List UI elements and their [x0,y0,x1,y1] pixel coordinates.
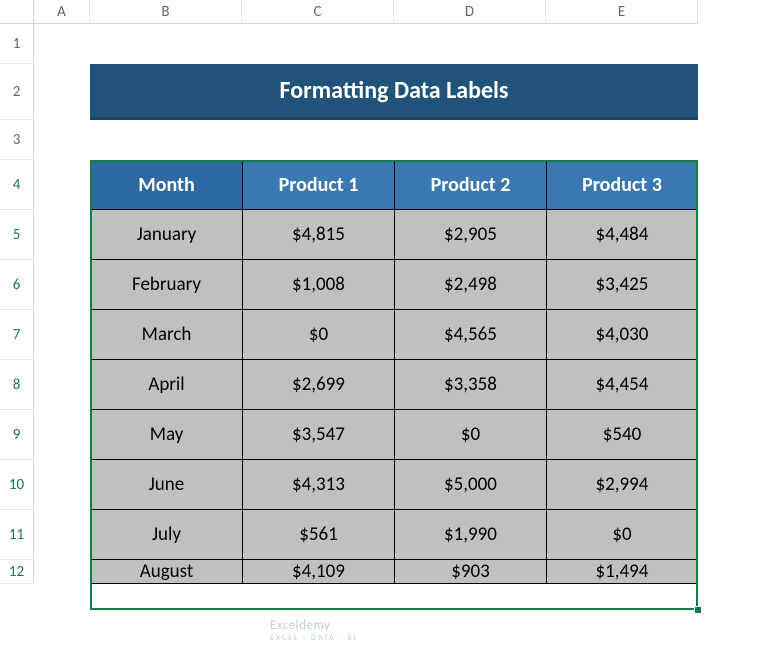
td-month[interactable]: March [90,310,242,360]
spreadsheet-grid: A B C D E 1 2 3 4 5 6 7 8 9 10 11 12 For… [0,0,768,584]
row-header-2[interactable]: 2 [0,64,34,120]
col-header-B[interactable]: B [90,0,242,24]
td-val[interactable]: $2,699 [242,360,394,410]
td-month[interactable]: January [90,210,242,260]
td-val[interactable]: $3,425 [546,260,698,310]
td-val[interactable]: $4,313 [242,460,394,510]
title-banner: Formatting Data Labels [90,64,698,120]
td-val[interactable]: $3,358 [394,360,546,410]
td-val[interactable]: $540 [546,410,698,460]
td-val[interactable]: $4,565 [394,310,546,360]
watermark-sub: EXCEL · DATA · BI [270,633,358,643]
td-val[interactable]: $2,905 [394,210,546,260]
cell-A3[interactable] [34,120,90,160]
col-header-E[interactable]: E [546,0,698,24]
cell-A7[interactable] [34,310,90,360]
cell-A10[interactable] [34,460,90,510]
watermark: Exceldemy EXCEL · DATA · BI [270,618,358,643]
td-val[interactable]: $4,484 [546,210,698,260]
td-val[interactable]: $4,815 [242,210,394,260]
cell-A5[interactable] [34,210,90,260]
cell-row1-blank[interactable] [90,24,698,64]
row-header-11[interactable]: 11 [0,510,34,560]
row-header-12[interactable]: 12 [0,560,34,584]
td-month[interactable]: April [90,360,242,410]
th-product2[interactable]: Product 2 [394,160,546,210]
row-header-7[interactable]: 7 [0,310,34,360]
watermark-main: Exceldemy [270,618,330,633]
cell-A11[interactable] [34,510,90,560]
cell-row3-blank[interactable] [90,120,698,160]
td-val[interactable]: $5,000 [394,460,546,510]
td-val[interactable]: $4,109 [242,560,394,584]
row-header-1[interactable]: 1 [0,24,34,64]
td-val[interactable]: $0 [546,510,698,560]
cell-A6[interactable] [34,260,90,310]
select-all-corner[interactable] [0,0,34,24]
col-header-A[interactable]: A [34,0,90,24]
td-month[interactable]: May [90,410,242,460]
cell-A8[interactable] [34,360,90,410]
td-val[interactable]: $4,030 [546,310,698,360]
td-val[interactable]: $903 [394,560,546,584]
td-month[interactable]: August [90,560,242,584]
td-val[interactable]: $1,990 [394,510,546,560]
td-month[interactable]: June [90,460,242,510]
row-header-5[interactable]: 5 [0,210,34,260]
cell-A1[interactable] [34,24,90,64]
td-val[interactable]: $4,454 [546,360,698,410]
td-month[interactable]: July [90,510,242,560]
td-val[interactable]: $1,494 [546,560,698,584]
row-header-8[interactable]: 8 [0,360,34,410]
row-header-6[interactable]: 6 [0,260,34,310]
td-val[interactable]: $561 [242,510,394,560]
cell-A4[interactable] [34,160,90,210]
row-header-10[interactable]: 10 [0,460,34,510]
col-header-D[interactable]: D [394,0,546,24]
td-month[interactable]: February [90,260,242,310]
td-val[interactable]: $3,547 [242,410,394,460]
th-product1[interactable]: Product 1 [242,160,394,210]
row-header-9[interactable]: 9 [0,410,34,460]
td-val[interactable]: $1,008 [242,260,394,310]
col-header-C[interactable]: C [242,0,394,24]
row-header-4[interactable]: 4 [0,160,34,210]
cell-A2[interactable] [34,64,90,120]
td-val[interactable]: $0 [394,410,546,460]
cell-A9[interactable] [34,410,90,460]
td-val[interactable]: $2,994 [546,460,698,510]
th-month[interactable]: Month [90,160,242,210]
row-header-3[interactable]: 3 [0,120,34,160]
fill-handle[interactable] [694,606,702,614]
th-product3[interactable]: Product 3 [546,160,698,210]
td-val[interactable]: $2,498 [394,260,546,310]
td-val[interactable]: $0 [242,310,394,360]
